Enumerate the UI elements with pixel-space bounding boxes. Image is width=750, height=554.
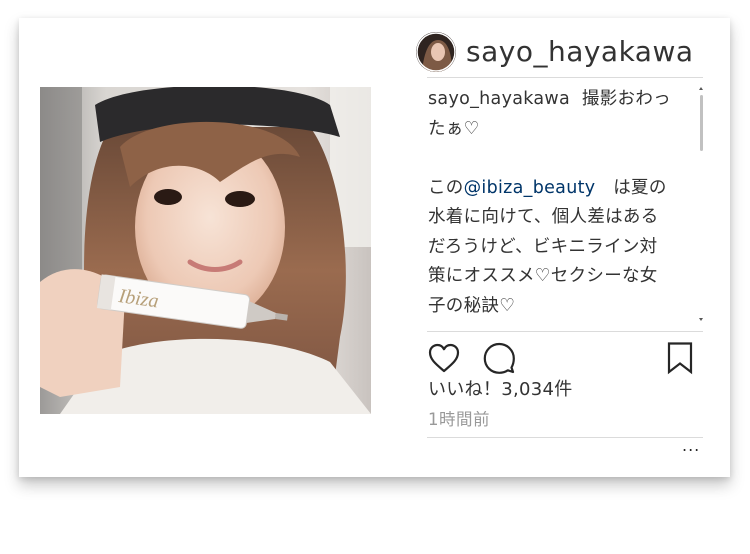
header-divider	[427, 77, 703, 78]
caption-line6: 策にオススメ♡セクシーな女	[428, 266, 658, 286]
scroll-thumb[interactable]	[700, 95, 703, 151]
caption-mention-link[interactable]: @ibiza_beauty	[464, 178, 596, 198]
caption-line3-prefix: この	[428, 177, 464, 198]
caption-line2: たぁ♡	[428, 118, 480, 139]
caption-author[interactable]: sayo_hayakawa	[428, 89, 570, 109]
post-photo-illustration: Ibiza	[40, 87, 371, 414]
caption-line7: 子の秘訣♡	[428, 295, 516, 316]
likes-count[interactable]: いいね！3,034件	[428, 376, 573, 404]
caption-scrollbar[interactable]	[698, 85, 705, 323]
scroll-up-arrow-icon[interactable]	[699, 87, 703, 90]
footer-divider	[427, 437, 703, 438]
caption-line3-suffix: は夏の	[595, 177, 667, 198]
post-username[interactable]: sayo_hayakawa	[466, 34, 694, 70]
instagram-post-card: Ibiza sayo_hayakawa sayo_hayakawa 撮影おわっ …	[19, 18, 730, 477]
avatar[interactable]	[416, 32, 456, 72]
caption-line5: だろうけど、ビキニライン対	[428, 236, 658, 257]
post-photo[interactable]: Ibiza	[40, 87, 371, 414]
more-options-icon[interactable]: ...	[682, 438, 700, 454]
post-caption: sayo_hayakawa 撮影おわっ たぁ♡ この@ibiza_beauty …	[428, 85, 698, 323]
caption-divider	[427, 331, 703, 332]
avatar-image	[416, 32, 456, 72]
caption-line4: 水着に向けて、個人差はある	[428, 207, 659, 227]
scroll-down-arrow-icon[interactable]	[699, 318, 703, 321]
bookmark-icon[interactable]	[666, 341, 694, 375]
post-timestamp: 1時間前	[428, 410, 490, 429]
comment-icon[interactable]	[482, 341, 516, 375]
caption-line1: 撮影おわっ	[581, 89, 671, 109]
heart-icon[interactable]	[427, 342, 461, 374]
